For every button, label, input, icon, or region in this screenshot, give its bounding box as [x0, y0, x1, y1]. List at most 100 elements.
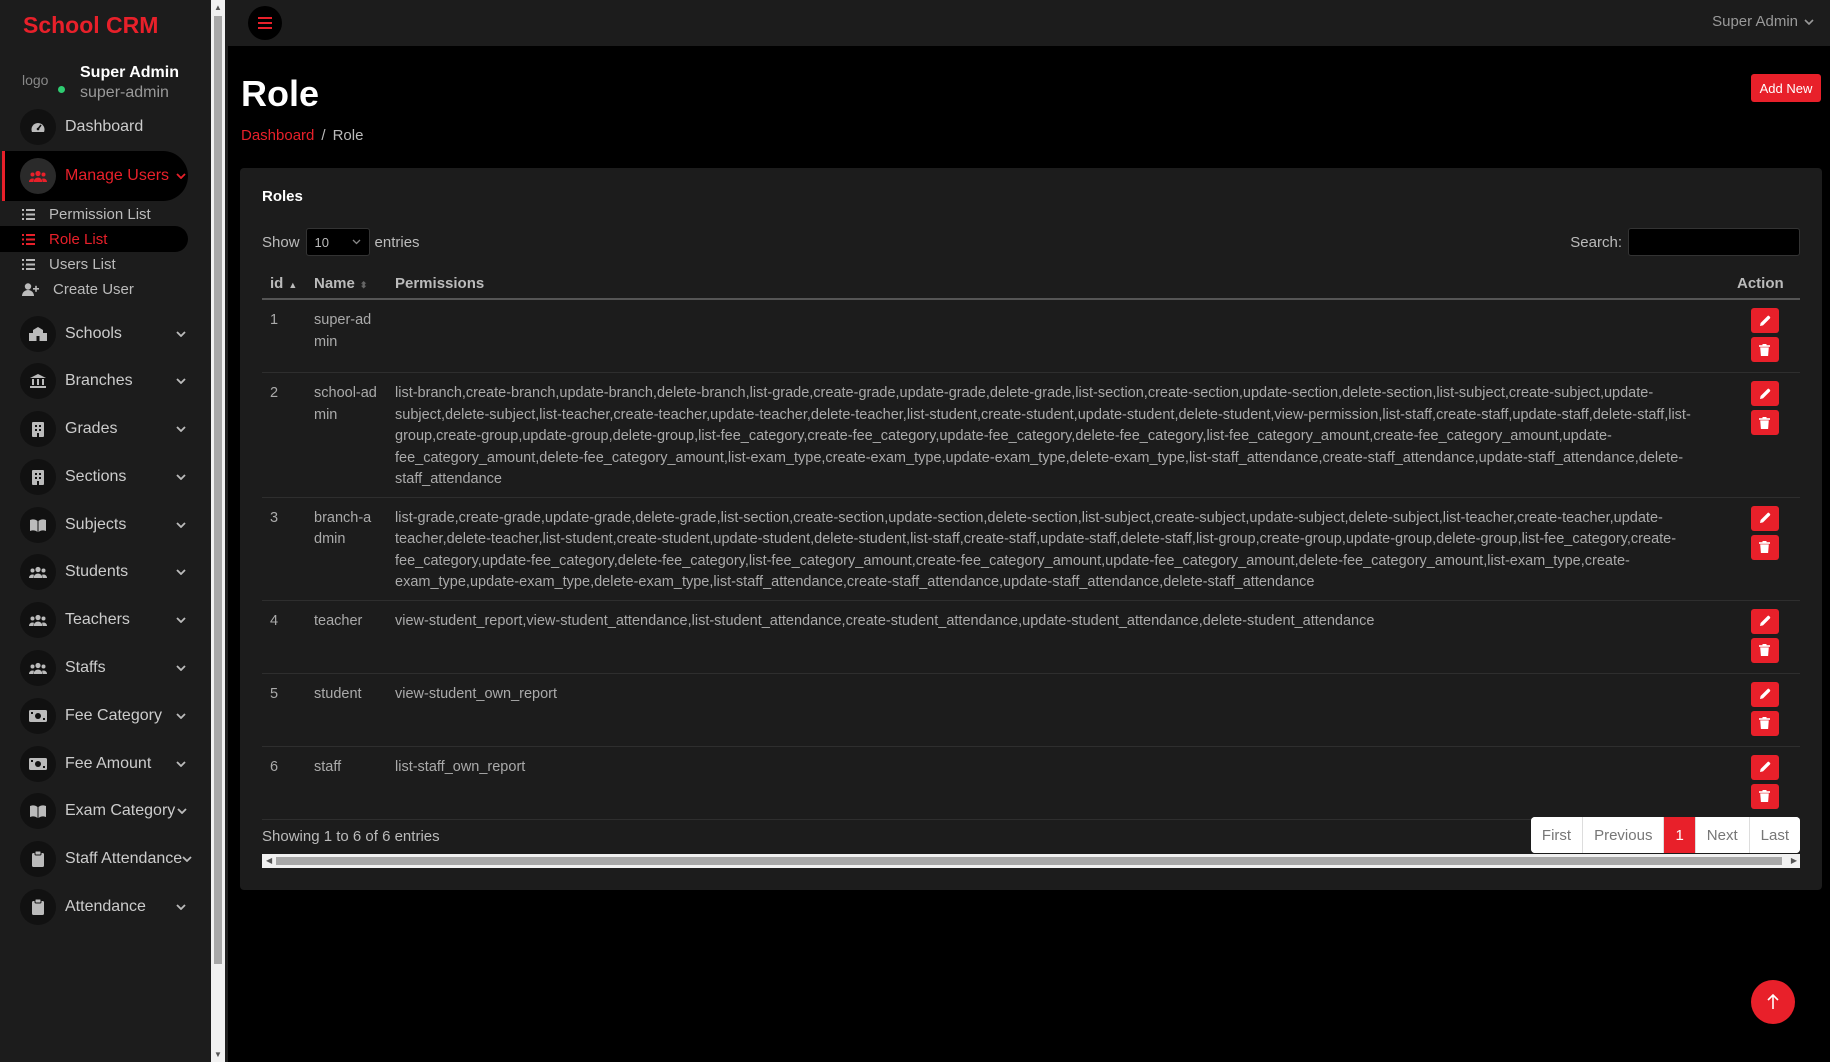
brand-logo[interactable]: School CRM: [23, 12, 158, 39]
school-icon: [20, 316, 56, 352]
pagination-next[interactable]: Next: [1695, 817, 1750, 853]
search-input[interactable]: [1628, 228, 1800, 256]
sidebar-item-exam-category[interactable]: Exam Category: [20, 787, 188, 835]
sidebar-item-grades[interactable]: Grades: [20, 405, 188, 453]
building-icon: [20, 459, 56, 495]
sidebar-subitem-role-list[interactable]: Role List: [0, 226, 188, 252]
column-header-label: Name: [314, 274, 355, 292]
chevron-down-icon: [174, 374, 188, 388]
list-icon: [22, 258, 42, 270]
role-actions-cell: [1729, 746, 1800, 820]
chevron-down-icon: [174, 169, 188, 183]
role-id-cell: 4: [262, 600, 306, 674]
sidebar-item-sections[interactable]: Sections: [20, 453, 188, 501]
scrollbar-thumb[interactable]: [276, 857, 1782, 865]
show-label: Show: [262, 233, 300, 251]
building-icon: [20, 411, 56, 447]
back-to-top-button[interactable]: [1751, 980, 1795, 1024]
users-icon: [20, 554, 56, 590]
sidebar-subitem-label: Create User: [53, 280, 134, 298]
chevron-down-icon: [174, 565, 188, 579]
user-role: super-admin: [80, 84, 169, 101]
role-id-cell: 2: [262, 372, 306, 498]
role-name-cell: student: [306, 673, 387, 747]
sidebar-item-attendance[interactable]: Attendance: [20, 883, 188, 931]
breadcrumb-dashboard-link[interactable]: Dashboard: [241, 127, 314, 144]
sidebar-item-teachers[interactable]: Teachers: [20, 596, 188, 644]
sidebar-subitem-create-user[interactable]: Create User: [22, 276, 188, 302]
delete-button[interactable]: [1750, 337, 1779, 362]
role-actions-cell: [1729, 497, 1800, 601]
pagination-previous[interactable]: Previous: [1583, 817, 1665, 853]
edit-button[interactable]: [1750, 681, 1779, 707]
sidebar-item-staff-attendance[interactable]: Staff Attendance: [20, 835, 192, 883]
edit-button[interactable]: [1750, 381, 1779, 406]
book-icon: [20, 793, 56, 829]
breadcrumb-current: Role: [332, 127, 364, 144]
pencil-icon: [1759, 688, 1771, 700]
sidebar-item-students[interactable]: Students: [20, 548, 188, 596]
edit-button[interactable]: [1750, 754, 1779, 780]
trash-icon: [1759, 541, 1770, 553]
sidebar-subitem-label: Users List: [49, 255, 116, 273]
trash-icon: [1759, 644, 1770, 656]
scroll-down-arrow[interactable]: ▼: [214, 1050, 222, 1060]
list-icon: [22, 233, 42, 245]
table-row: 4 teacher view-student_report,view-student…: [262, 600, 1800, 674]
pagination-page-1[interactable]: 1: [1664, 817, 1696, 853]
table-body: 1 super-admin 2 school-admin list-branch,cre…: [262, 299, 1800, 820]
topbar: Super Admin: [228, 0, 1830, 46]
scroll-right-arrow[interactable]: ▶: [1791, 856, 1797, 865]
role-permissions-cell: [387, 299, 1729, 373]
scroll-left-arrow[interactable]: ◀: [266, 856, 272, 865]
delete-button[interactable]: [1750, 534, 1779, 560]
card-title: Roles: [262, 188, 303, 205]
sidebar-scrollbar[interactable]: ▲ ▼: [211, 0, 225, 1062]
sidebar-item-subjects[interactable]: Subjects: [20, 501, 188, 549]
sidebar-subitem-permission-list[interactable]: Permission List: [22, 201, 188, 227]
sidebar-item-label: Staffs: [65, 659, 106, 676]
sidebar-item-schools[interactable]: Schools: [20, 310, 188, 358]
column-header-permissions: Permissions: [387, 268, 1729, 300]
menu-toggle-button[interactable]: [248, 6, 282, 40]
roles-table: id ▲ Name ⬍ Permissions Action 1 super-admi…: [262, 268, 1800, 820]
table-horizontal-scrollbar[interactable]: ◀ ▶: [262, 854, 1800, 868]
clipboard-icon: [20, 841, 56, 877]
delete-button[interactable]: [1750, 410, 1779, 435]
sort-asc-icon: ▲: [288, 279, 298, 290]
entries-label: entries: [374, 233, 420, 251]
pagination: First Previous 1 Next Last: [1530, 817, 1800, 853]
sidebar-item-manage-users[interactable]: Manage Users: [2, 151, 188, 201]
edit-button[interactable]: [1750, 505, 1779, 531]
divider: [225, 0, 228, 1062]
trash-icon: [1759, 343, 1770, 356]
chevron-down-icon: [174, 900, 188, 914]
trash-icon: [1759, 416, 1770, 429]
delete-button[interactable]: [1750, 710, 1779, 736]
add-new-button[interactable]: Add New: [1751, 74, 1821, 102]
delete-button[interactable]: [1750, 783, 1779, 809]
sidebar-item-staffs[interactable]: Staffs: [20, 644, 188, 692]
scrollbar-thumb[interactable]: [214, 16, 222, 964]
avatar-alt-text: logo: [22, 72, 49, 88]
role-permissions-cell: list-grade,create-grade,update-grade,del…: [387, 497, 1729, 601]
sidebar-item-branches[interactable]: Branches: [20, 357, 188, 405]
edit-button[interactable]: [1750, 608, 1779, 634]
sidebar-item-fee-amount[interactable]: Fee Amount: [20, 740, 188, 788]
sidebar-item-fee-category[interactable]: Fee Category: [20, 692, 188, 740]
delete-button[interactable]: [1750, 637, 1779, 663]
pagination-first[interactable]: First: [1530, 817, 1584, 853]
table-row: 2 school-admin list-branch,create-branch,u…: [262, 372, 1800, 498]
entries-select[interactable]: 10: [305, 228, 370, 256]
clipboard-icon: [20, 889, 56, 925]
column-header-id[interactable]: id ▲: [262, 268, 306, 300]
column-header-name[interactable]: Name ⬍: [306, 268, 387, 300]
user-menu[interactable]: Super Admin: [1712, 13, 1814, 30]
arrow-up-icon: [1767, 994, 1779, 1009]
sidebar-subitem-users-list[interactable]: Users List: [22, 251, 188, 277]
edit-button[interactable]: [1750, 308, 1779, 333]
pagination-last[interactable]: Last: [1749, 817, 1800, 853]
scroll-up-arrow[interactable]: ▲: [214, 3, 222, 13]
sidebar-item-dashboard[interactable]: Dashboard: [20, 103, 188, 151]
money-icon: [20, 698, 56, 734]
